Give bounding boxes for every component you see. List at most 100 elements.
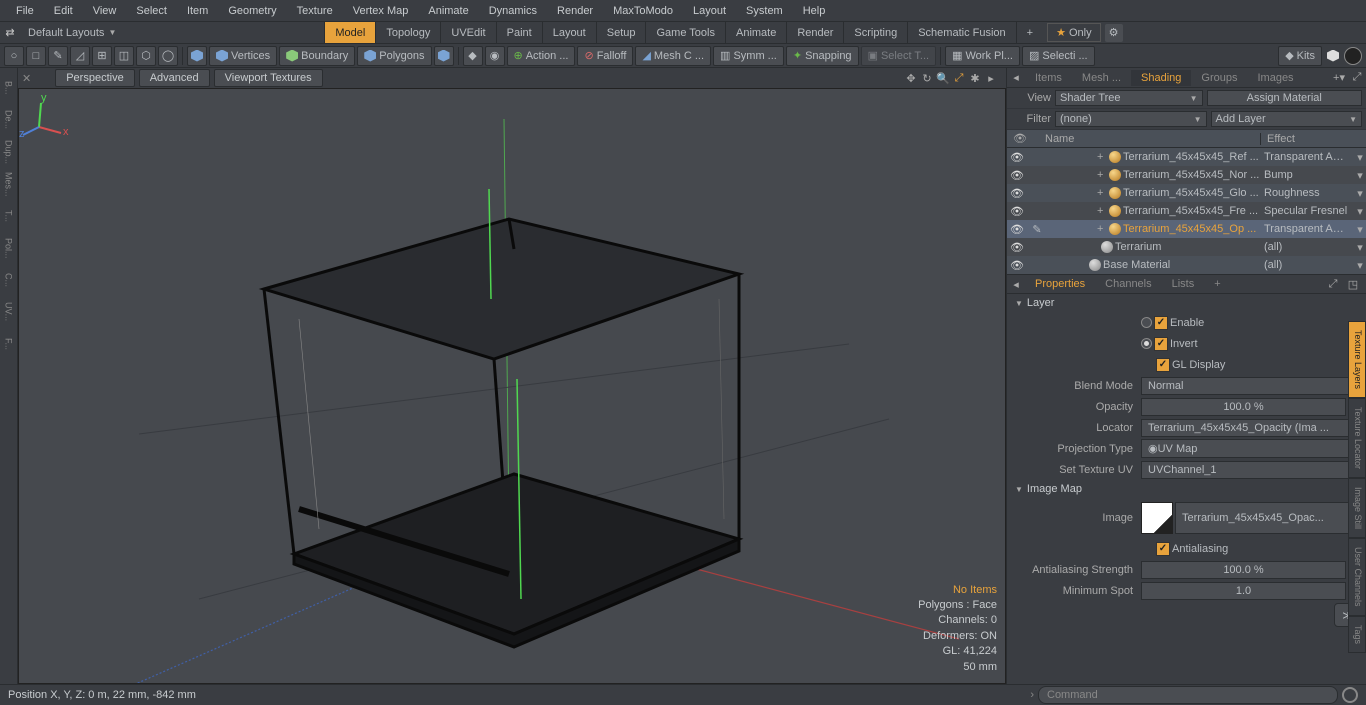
view-select[interactable]: Shader Tree▼ [1055,90,1203,106]
action-button[interactable]: ⊕Action... [507,46,576,66]
left-item-7[interactable]: UV... [0,296,17,328]
vp-close-icon[interactable]: ✕ [22,72,31,85]
menu-dynamics[interactable]: Dynamics [479,5,547,17]
cyl-icon[interactable]: ⬡ [136,46,156,66]
tree-row-6[interactable]: 👁 Base Material (all) ▾ [1007,256,1366,274]
menu-animate[interactable]: Animate [418,5,478,17]
tree-row-0[interactable]: 👁 + Terrarium_45x45x45_Ref ... Transpare… [1007,148,1366,166]
layout-dropdown[interactable]: Default Layouts▼ [20,27,124,39]
tree-row-3[interactable]: 👁 + Terrarium_45x45x45_Fre ... Specular … [1007,202,1366,220]
selecti-button[interactable]: ▨Selecti ... [1022,46,1095,66]
eye-icon[interactable]: 👁 [1007,223,1027,236]
tab-topology[interactable]: Topology [375,22,440,43]
only-button[interactable]: ★Only [1047,23,1101,42]
vertices-button[interactable]: Vertices [209,46,277,66]
tab-schematic[interactable]: Schematic Fusion [907,22,1015,43]
left-item-5[interactable]: Pol... [0,232,17,264]
edit-icon[interactable]: ✎ [1027,223,1047,236]
cube2-icon[interactable] [187,46,207,66]
aastr-input[interactable]: 100.0 % [1141,561,1346,579]
cube-icon[interactable]: ◫ [114,46,134,66]
tab-setup[interactable]: Setup [596,22,646,43]
props-pop-icon[interactable]: ◳ [1344,278,1362,291]
side-tab-texture-locator[interactable]: Texture Locator [1348,398,1366,478]
left-item-1[interactable]: De... [0,104,17,136]
props-tab-channels[interactable]: Channels [1095,276,1161,292]
eye-icon[interactable]: 👁 [1007,151,1027,164]
circle-prim-icon[interactable]: ○ [4,46,24,66]
gear-icon[interactable]: ⚙ [1105,24,1123,42]
assign-material-button[interactable]: Assign Material [1207,90,1363,106]
eye-icon[interactable]: 👁 [1007,205,1027,218]
proj-dropdown[interactable]: ◉ UV Map▼ [1141,439,1362,458]
rp-prev-icon[interactable]: ◂ [1007,71,1025,84]
eye-icon[interactable]: 👁 [1007,259,1027,272]
grid-icon[interactable]: ⊞ [92,46,112,66]
symm-button[interactable]: ▥Symm ... [713,46,784,66]
addlayer-select[interactable]: Add Layer▼ [1211,111,1363,127]
props-prev-icon[interactable]: ◂ [1007,278,1025,291]
locator-dropdown[interactable]: Terrarium_45x45x45_Opacity (Ima ...▼ [1141,419,1362,437]
angle-icon[interactable]: ◿ [70,46,90,66]
left-item-0[interactable]: B... [0,72,17,104]
unreal-icon[interactable] [1344,47,1362,65]
invert-lock-icon[interactable] [1141,338,1152,349]
tab-scripting[interactable]: Scripting [843,22,907,43]
eye-icon[interactable]: 👁 [1007,241,1027,254]
left-item-3[interactable]: Mes... [0,168,17,200]
rp-tab-items[interactable]: Items [1025,70,1072,86]
menu-item[interactable]: Item [177,5,218,17]
menu-layout[interactable]: Layout [683,5,736,17]
side-tab-tags[interactable]: Tags [1348,616,1366,653]
vp-max-icon[interactable]: ⤢ [952,71,966,85]
props-max-icon[interactable]: ⤢ [1324,278,1342,291]
rp-add-icon[interactable]: +▾ [1330,71,1348,84]
side-tab-texture-layers[interactable]: Texture Layers [1348,321,1366,398]
tree-item-dd-icon[interactable]: ▾ [1354,187,1366,200]
menu-select[interactable]: Select [126,5,177,17]
left-item-8[interactable]: F... [0,328,17,360]
side-tab-user-channels[interactable]: User Channels [1348,538,1366,616]
viewport-3d[interactable]: No Items Polygons : Face Channels: 0 Def… [18,88,1006,684]
image-thumbnail[interactable] [1141,502,1173,534]
menu-maxtomodo[interactable]: MaxToModo [603,5,683,17]
menu-render[interactable]: Render [547,5,603,17]
imagemap-header[interactable]: ▼Image Map [1007,480,1366,498]
menu-geometry[interactable]: Geometry [218,5,286,17]
menu-system[interactable]: System [736,5,793,17]
menu-file[interactable]: File [6,5,44,17]
props-tab-add[interactable]: + [1204,276,1230,292]
tab-gametools[interactable]: Game Tools [645,22,725,43]
menu-edit[interactable]: Edit [44,5,83,17]
vp-tab-advanced[interactable]: Advanced [139,69,210,87]
tab-add[interactable]: + [1016,22,1043,43]
enable-checkbox[interactable]: ✓ [1154,316,1168,330]
tree-item-dd-icon[interactable]: ▾ [1354,205,1366,218]
tree-row-4[interactable]: 👁 ✎ + Terrarium_45x45x45_Op ... Transpar… [1007,220,1366,238]
filter-select[interactable]: (none)▼ [1055,111,1207,127]
rp-tab-mesh[interactable]: Mesh ... [1072,70,1131,86]
tab-paint[interactable]: Paint [496,22,542,43]
vp-tab-textures[interactable]: Viewport Textures [214,69,323,87]
tree-row-2[interactable]: 👁 + Terrarium_45x45x45_Glo ... Roughness… [1007,184,1366,202]
minspot-input[interactable]: 1.0 [1141,582,1346,600]
polygons-button[interactable]: Polygons [357,46,431,66]
meshc-button[interactable]: ◢Mesh C ... [635,46,711,66]
menu-vertexmap[interactable]: Vertex Map [343,5,419,17]
menu-view[interactable]: View [83,5,127,17]
sphere-icon[interactable]: ◯ [158,46,178,66]
tab-uvedit[interactable]: UVEdit [440,22,495,43]
cube3d-icon[interactable] [1324,47,1342,65]
rp-tab-groups[interactable]: Groups [1191,70,1247,86]
side-tab-image-still[interactable]: Image Still [1348,478,1366,538]
eye-icon[interactable]: 👁 [1007,169,1027,182]
vp-gear-icon[interactable]: ✱ [968,71,982,85]
tool1-icon[interactable]: ◆ [463,46,483,66]
layer-header[interactable]: ▼Layer [1007,294,1366,312]
left-item-4[interactable]: T... [0,200,17,232]
rp-max-icon[interactable]: ⤢ [1348,71,1366,84]
menu-help[interactable]: Help [793,5,836,17]
command-input[interactable]: Command [1038,686,1338,704]
invert-checkbox[interactable]: ✓ [1154,337,1168,351]
props-tab-lists[interactable]: Lists [1162,276,1205,292]
